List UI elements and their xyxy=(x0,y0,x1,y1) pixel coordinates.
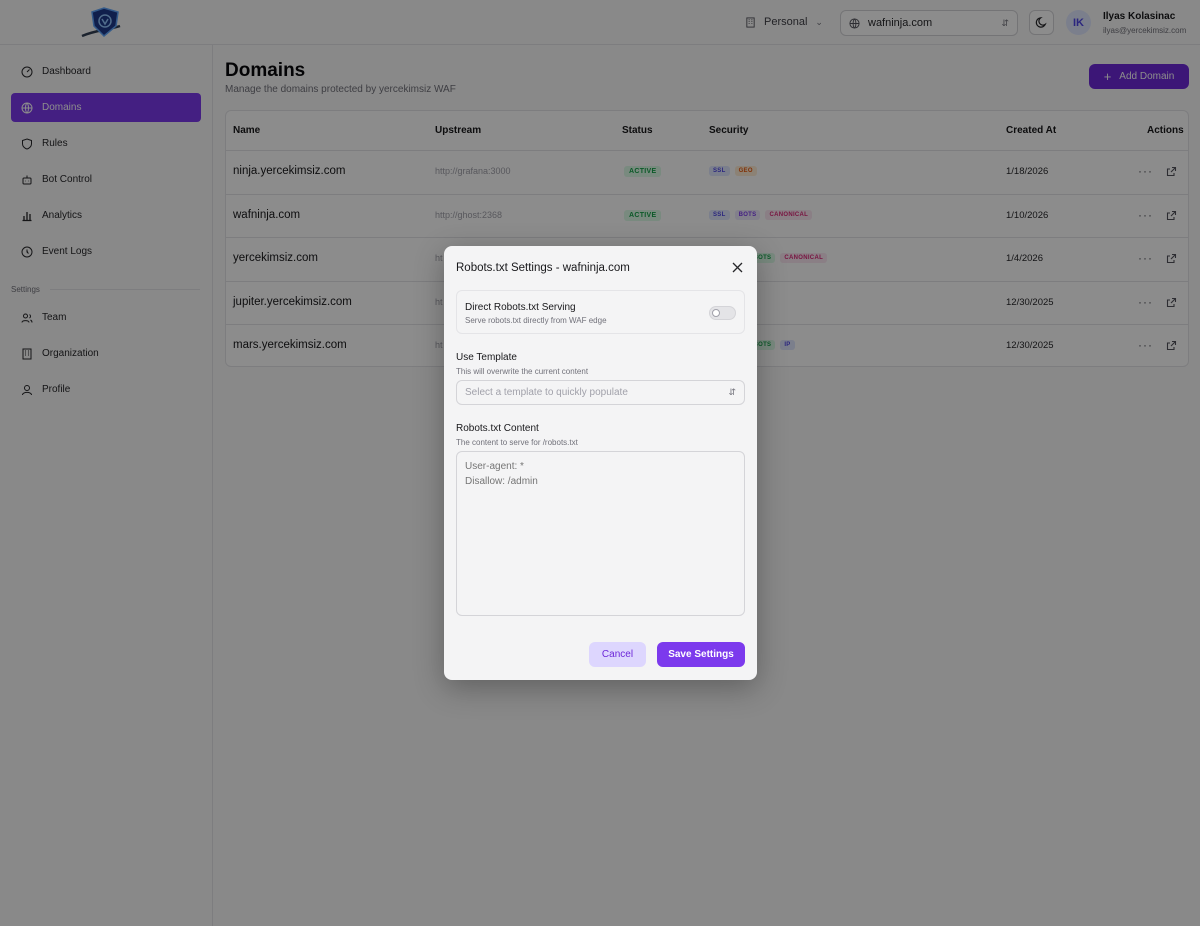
chevron-updown-icon: ⇵ xyxy=(728,387,736,397)
content-title: Robots.txt Content xyxy=(456,423,539,434)
cancel-button[interactable]: Cancel xyxy=(589,642,646,667)
dialog-title: Robots.txt Settings - wafninja.com xyxy=(456,262,630,274)
template-placeholder: Select a template to quickly populate xyxy=(465,387,628,398)
direct-serving-subtitle: Serve robots.txt directly from WAF edge xyxy=(465,316,607,325)
direct-serving-card: Direct Robots.txt Serving Serve robots.t… xyxy=(456,290,745,334)
close-icon[interactable] xyxy=(732,262,743,273)
direct-serving-title: Direct Robots.txt Serving xyxy=(465,302,576,313)
template-select[interactable]: Select a template to quickly populate ⇵ xyxy=(456,380,745,405)
toggle-knob xyxy=(712,309,720,317)
robots-settings-dialog: Robots.txt Settings - wafninja.com Direc… xyxy=(444,246,757,680)
template-subtitle: This will overwrite the current content xyxy=(456,367,589,376)
direct-serving-toggle[interactable] xyxy=(709,306,736,320)
robots-content-textarea[interactable] xyxy=(456,451,745,616)
content-subtitle: The content to serve for /robots.txt xyxy=(456,438,578,447)
save-settings-button[interactable]: Save Settings xyxy=(657,642,745,667)
template-title: Use Template xyxy=(456,352,517,363)
